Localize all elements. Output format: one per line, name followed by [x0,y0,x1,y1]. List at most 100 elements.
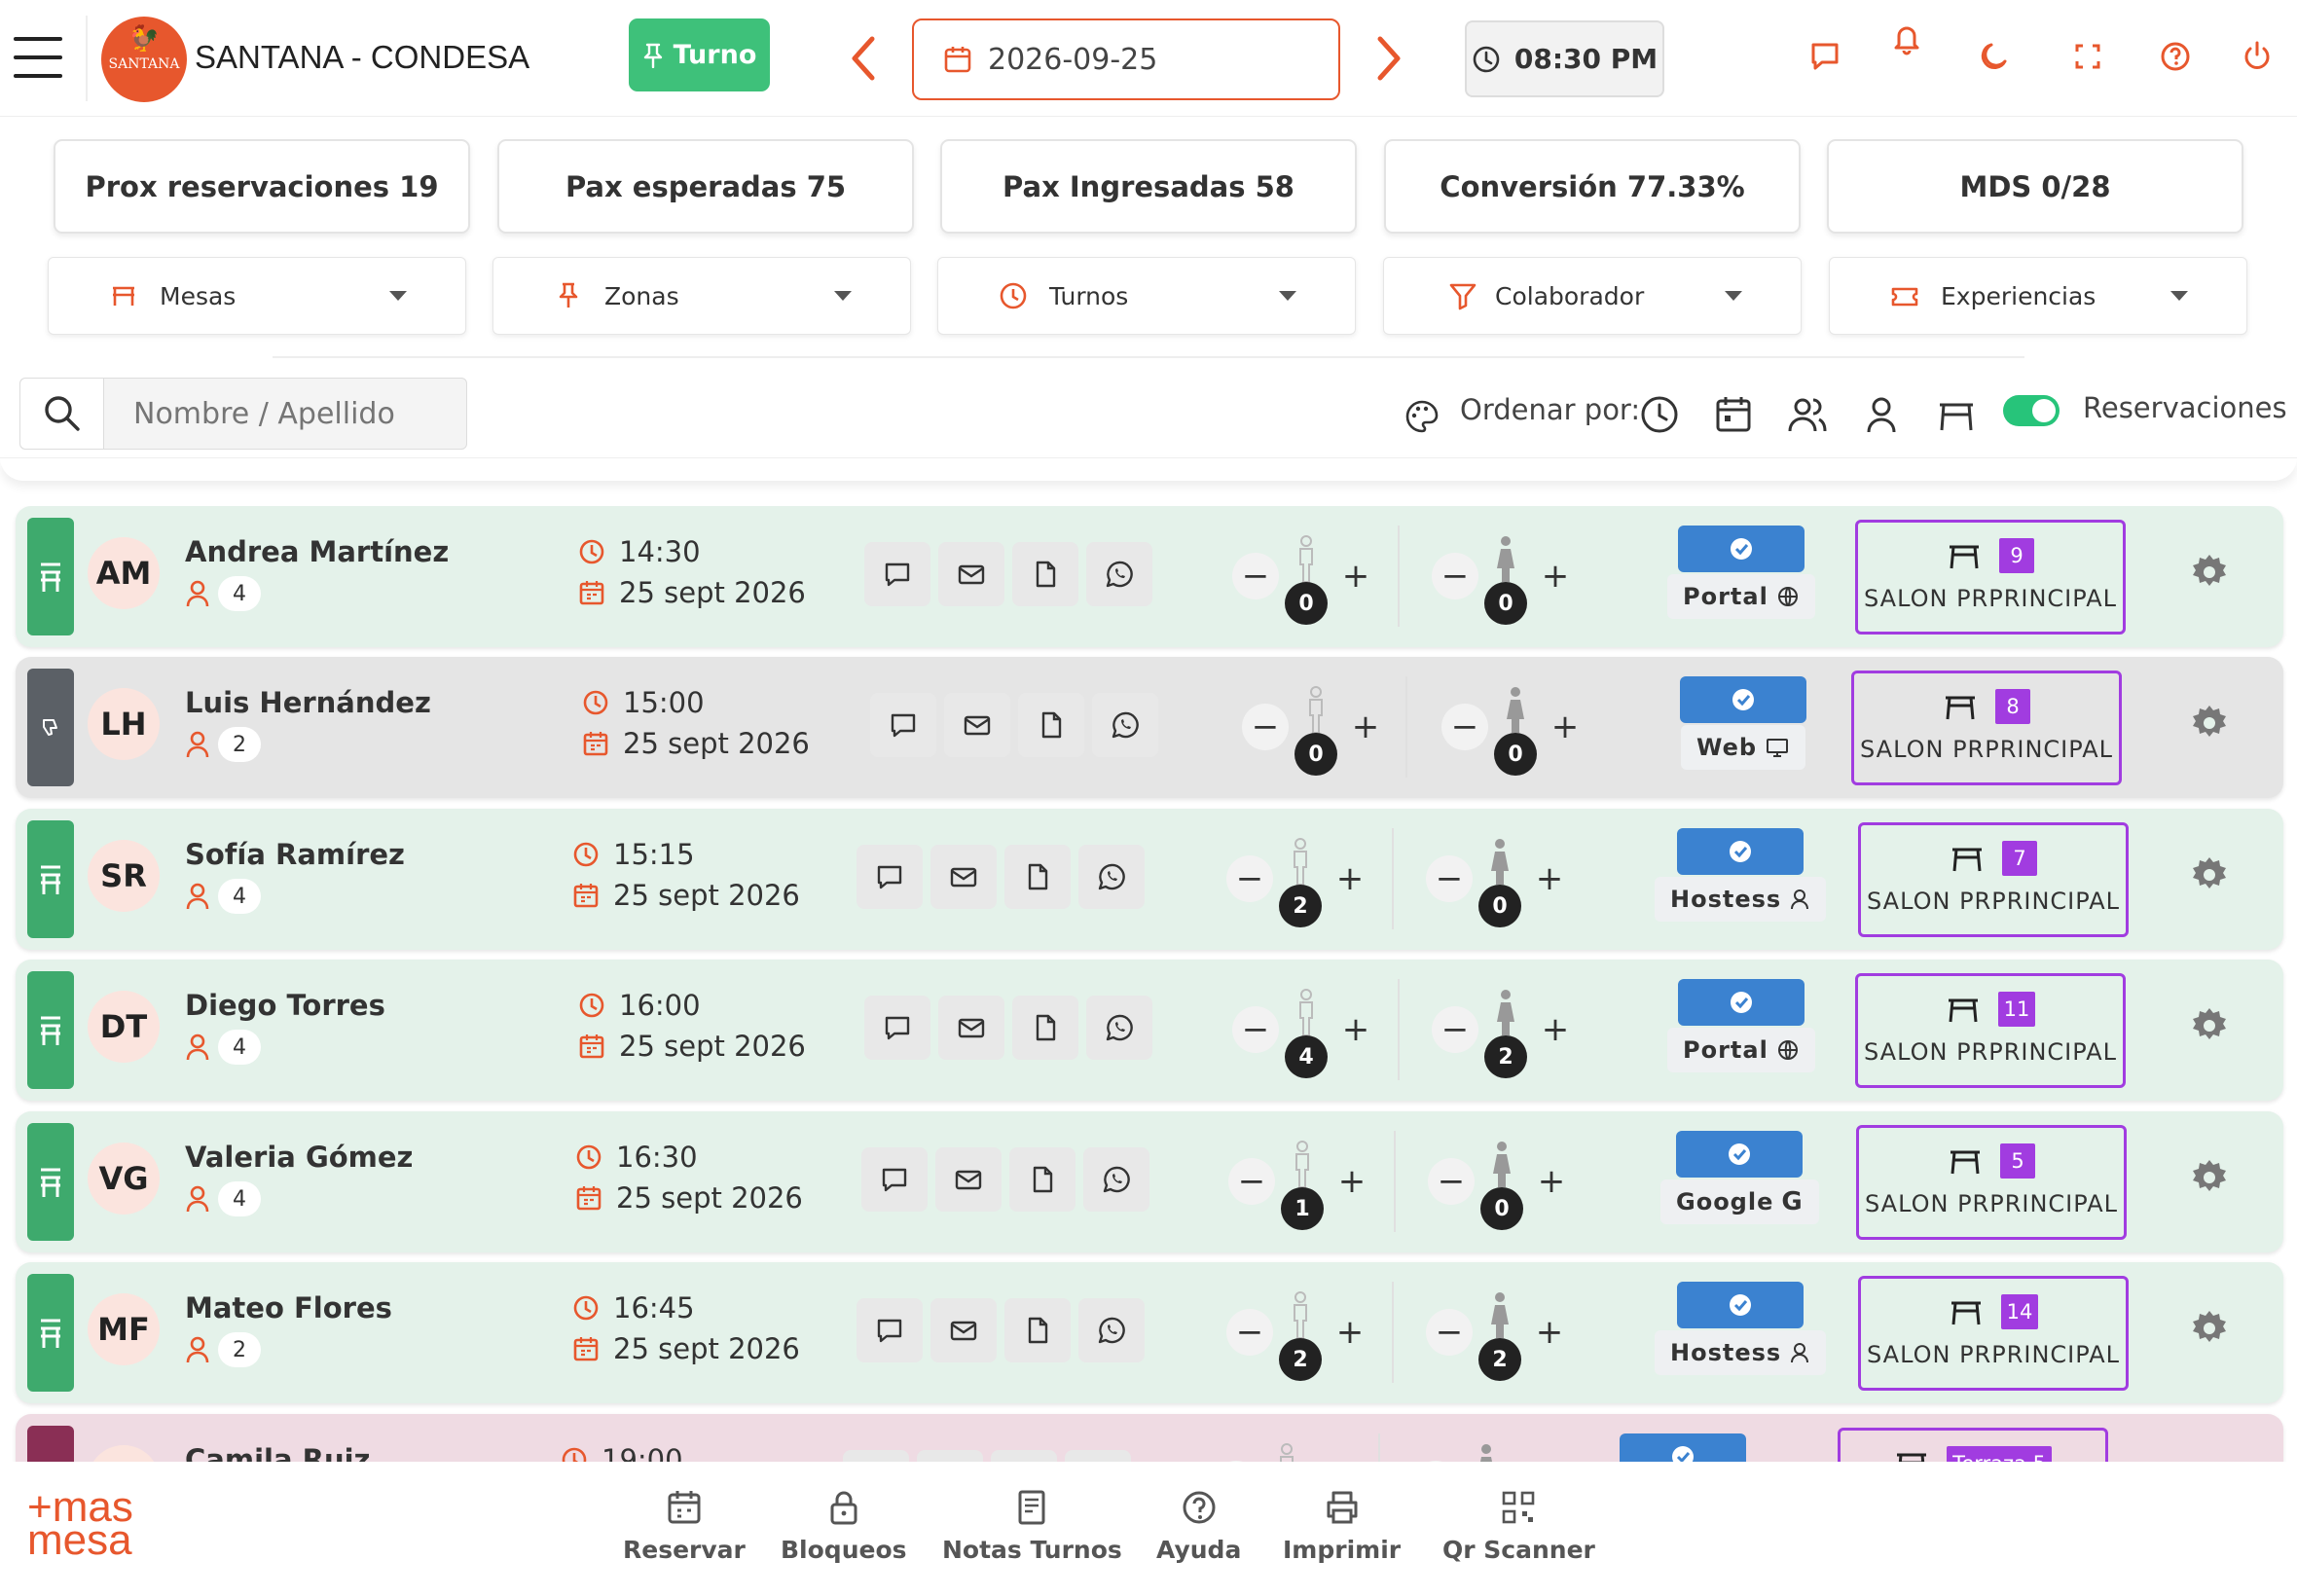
decrement-women-button[interactable]: − [1441,704,1488,750]
increment-women-button[interactable]: + [1532,553,1579,599]
table-assignment[interactable]: 8 SALON PRPRINCIPAL [1851,671,2122,785]
whatsapp-button[interactable] [1086,542,1152,606]
increment-men-button[interactable]: + [1327,1309,1373,1356]
table-assignment[interactable]: 14 SALON PRPRINCIPAL [1858,1276,2129,1391]
message-button[interactable] [861,1147,928,1212]
reservation-row[interactable]: SR Sofía Ramírez 4 15:15 25 sept 2026−2 + −0 + H… [16,809,2283,950]
nav-imprimir[interactable]: Imprimir [1283,1489,1401,1564]
whatsapp-button[interactable] [1078,1298,1145,1362]
source-badge[interactable]: Web [1680,676,1806,770]
guest-name[interactable]: Valeria Gómez [185,1141,413,1174]
whatsapp-button[interactable] [1078,845,1145,909]
time-picker[interactable]: 08:30 PM [1465,20,1664,97]
whatsapp-button[interactable] [1083,1147,1149,1212]
reservation-row[interactable]: LH Luis Hernández 2 15:00 25 sept 2026−0 + −0 +… [16,657,2283,798]
message-button[interactable] [857,845,923,909]
email-button[interactable] [938,542,1004,606]
filter-mesas[interactable]: Mesas [48,257,466,335]
gear-icon[interactable] [2188,551,2231,594]
gear-icon[interactable] [2188,1307,2231,1350]
turno-button[interactable]: Turno [629,18,770,91]
decrement-women-button[interactable]: − [1432,1006,1478,1053]
reservation-row[interactable]: VG Valeria Gómez 4 16:30 25 sept 2026−1 + −0 + G… [16,1111,2283,1252]
reservation-row[interactable]: CR Camila Ruiz 19:00 −+ −+ Terraza 5 [16,1414,2283,1462]
menu-icon[interactable] [14,37,62,78]
guest-name[interactable]: Sofía Ramírez [185,838,405,871]
email-button[interactable] [938,996,1004,1060]
nav-notas-turnos[interactable]: Notas Turnos [942,1489,1122,1564]
help-icon[interactable] [2159,39,2192,74]
palette-icon[interactable] [1404,399,1440,434]
notes-button[interactable] [1009,1147,1076,1212]
decrement-women-button[interactable]: − [1428,1158,1475,1205]
date-picker[interactable]: 2026-09-25 [912,18,1340,100]
message-button[interactable] [857,1298,923,1362]
increment-women-button[interactable]: + [1528,1158,1575,1205]
source-badge[interactable]: Hostess [1655,828,1827,922]
guest-name[interactable]: Mateo Flores [185,1291,392,1324]
whatsapp-button[interactable] [1086,996,1152,1060]
reservation-row[interactable]: MF Mateo Flores 2 16:45 25 sept 2026−2 + −2 + Ho… [16,1262,2283,1403]
nav-reservar[interactable]: Reservar [623,1489,746,1564]
fullscreen-icon[interactable] [2071,39,2104,74]
status-indicator[interactable] [27,669,74,786]
email-button[interactable] [930,1298,997,1362]
decrement-men-button[interactable]: − [1242,704,1289,750]
gear-icon[interactable] [2188,1004,2231,1047]
gear-icon[interactable] [2188,853,2231,896]
gear-icon[interactable] [2188,702,2231,744]
guest-name[interactable]: Luis Hernández [185,686,431,719]
status-indicator[interactable] [27,1123,74,1241]
filter-zonas[interactable]: Zonas [492,257,911,335]
table-assignment[interactable]: 5 SALON PRPRINCIPAL [1856,1125,2127,1240]
status-indicator[interactable] [27,1274,74,1392]
increment-women-button[interactable]: + [1526,1309,1573,1356]
sort-by-time-icon[interactable] [1639,394,1680,435]
sort-by-date-icon[interactable] [1713,394,1754,435]
increment-men-button[interactable]: + [1329,1158,1375,1205]
filter-turnos[interactable]: Turnos [937,257,1356,335]
notes-button[interactable] [1004,1298,1071,1362]
notes-button[interactable] [991,1450,1057,1462]
decrement-men-button[interactable]: − [1226,855,1273,902]
message-button[interactable] [864,542,930,606]
source-badge[interactable]: Hostess [1655,1282,1827,1375]
decrement-men-button[interactable]: − [1232,553,1279,599]
email-button[interactable] [917,1450,983,1462]
source-badge[interactable]: Portal [1667,526,1815,619]
whatsapp-button[interactable] [1065,1450,1131,1462]
decrement-women-button[interactable]: − [1426,1309,1473,1356]
notes-button[interactable] [1018,693,1084,757]
message-button[interactable] [870,693,936,757]
table-assignment[interactable]: 7 SALON PRPRINCIPAL [1858,822,2129,937]
notes-button[interactable] [1012,542,1078,606]
table-assignment[interactable]: 11 SALON PRPRINCIPAL [1855,973,2126,1088]
reservation-row[interactable]: AM Andrea Martínez 4 14:30 25 sept 2026−0 + −0… [16,506,2283,647]
notes-button[interactable] [1012,996,1078,1060]
email-button[interactable] [944,693,1010,757]
search-button[interactable] [20,379,104,449]
source-badge[interactable]: Google G [1660,1131,1819,1224]
nav-qr-scanner[interactable]: Qr Scanner [1442,1489,1595,1564]
status-indicator[interactable] [27,1426,74,1462]
filter-experiencias[interactable]: Experiencias [1829,257,2247,335]
increment-men-button[interactable]: + [1342,704,1389,750]
decrement-men-button[interactable]: − [1228,1158,1275,1205]
status-indicator[interactable] [27,518,74,635]
message-button[interactable] [864,996,930,1060]
bell-icon[interactable] [1890,21,1923,56]
gear-icon[interactable] [2188,1156,2231,1199]
status-indicator[interactable] [27,971,74,1089]
guest-name[interactable]: Andrea Martínez [185,535,449,568]
source-badge[interactable] [1620,1433,1746,1462]
notes-button[interactable] [1004,845,1071,909]
sort-by-table-icon[interactable] [1936,394,1977,435]
sort-by-person-icon[interactable] [1861,394,1902,435]
table-assignment[interactable]: Terraza 5 [1838,1428,2108,1462]
guest-name[interactable]: Diego Torres [185,989,385,1022]
chat-icon[interactable] [1808,39,1841,74]
message-button[interactable] [843,1450,909,1462]
reservaciones-toggle[interactable] [2003,395,2060,426]
nav-bloqueos[interactable]: Bloqueos [781,1489,907,1564]
guest-name[interactable]: Camila Ruiz [185,1443,370,1462]
